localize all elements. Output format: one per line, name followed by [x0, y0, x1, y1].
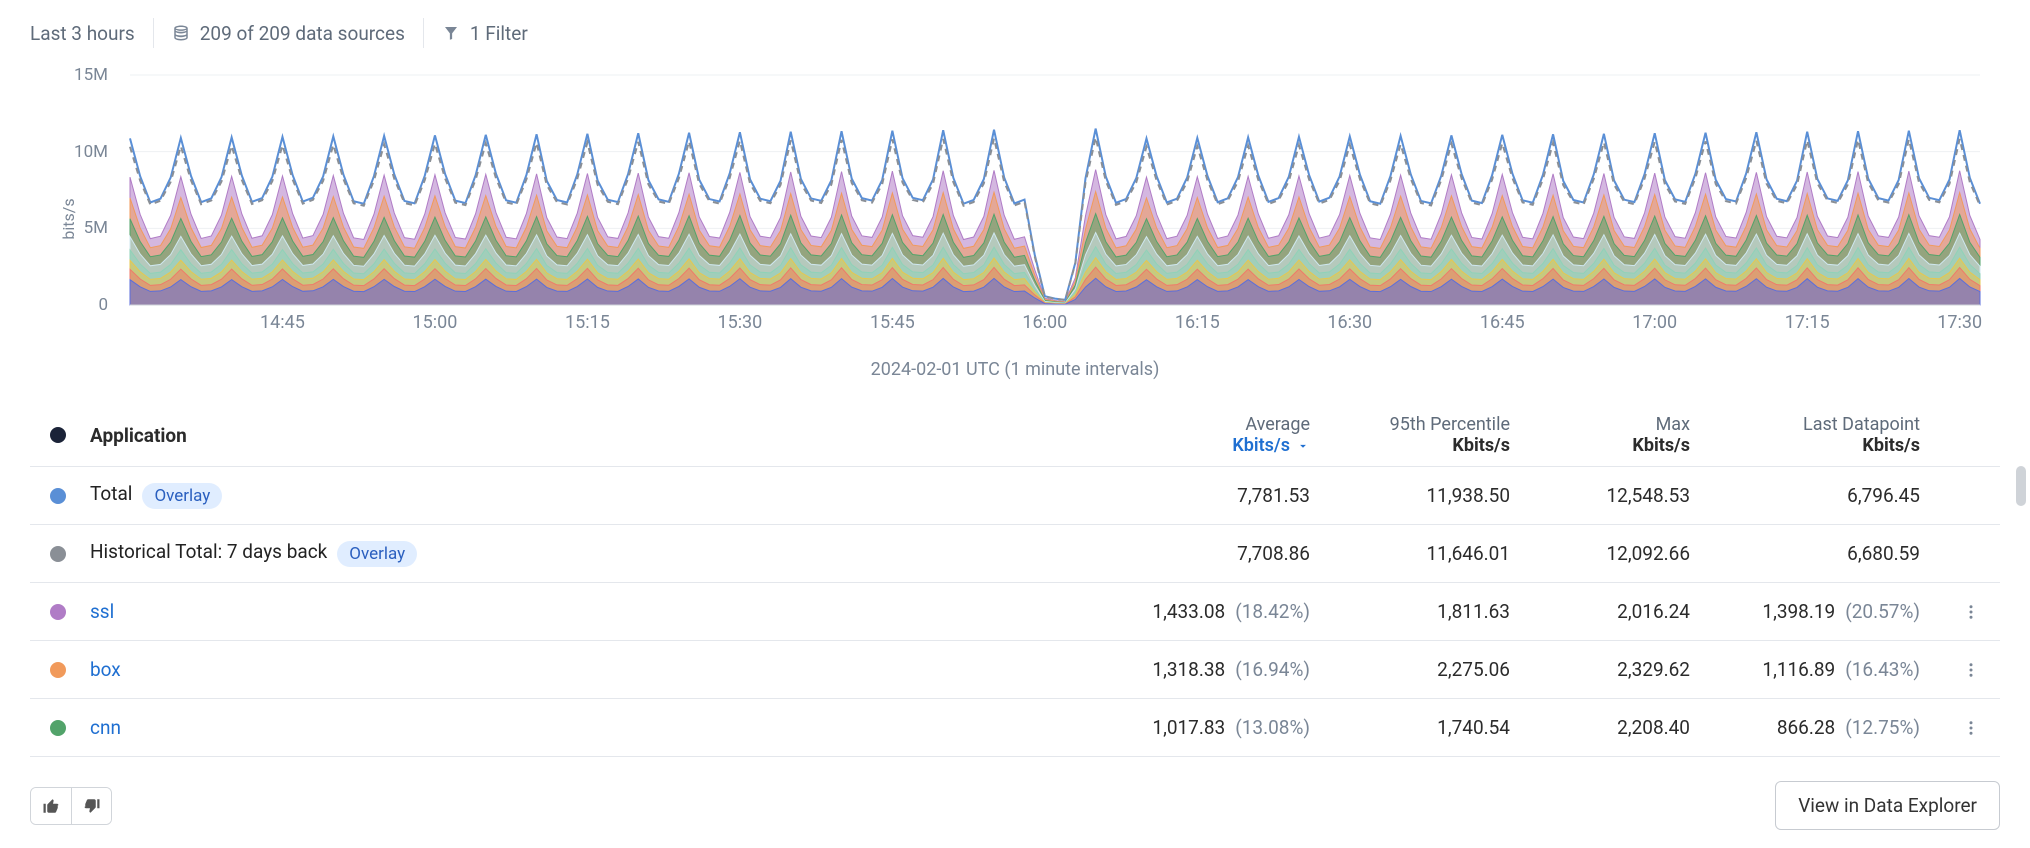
view-in-data-explorer-button[interactable]: View in Data Explorer	[1775, 781, 2000, 830]
col-p95[interactable]: 95th Percentile Kbits/s	[1310, 414, 1510, 456]
kebab-icon	[1962, 603, 1980, 621]
application-name[interactable]: cnn	[90, 716, 121, 739]
y-tick: 5M	[38, 218, 108, 238]
row-menu-button[interactable]	[1960, 601, 1982, 623]
metric-cell: 12,092.66	[1510, 542, 1690, 565]
metric-cell: 1,740.54	[1310, 716, 1510, 739]
time-range-label: Last 3 hours	[30, 22, 135, 45]
y-tick: 0	[38, 295, 108, 315]
x-tick: 17:15	[1785, 312, 1830, 333]
scrollbar-thumb[interactable]	[2016, 466, 2026, 506]
legend-dot	[50, 662, 66, 678]
col-max[interactable]: Max Kbits/s	[1510, 414, 1690, 456]
application-name[interactable]: box	[90, 658, 121, 681]
x-tick: 15:00	[413, 312, 458, 333]
metric-cell: 2,016.24	[1510, 600, 1690, 623]
x-axis-label: 2024-02-01 UTC (1 minute intervals)	[30, 359, 2000, 380]
data-sources-filter[interactable]: 209 of 209 data sources	[154, 18, 424, 48]
sort-average[interactable]: Kbits/s	[1232, 435, 1310, 456]
filter-bar: Last 3 hours 209 of 209 data sources 1 F…	[30, 18, 2000, 48]
application-name: Historical Total: 7 days back	[90, 540, 327, 563]
metric-cell: 1,017.83(13.08%)	[1110, 716, 1310, 739]
kebab-icon	[1962, 719, 1980, 737]
col-average[interactable]: Average Kbits/s	[1110, 414, 1310, 456]
metric-cell: 1,398.19(20.57%)	[1690, 600, 1960, 623]
table-row[interactable]: ssl 1,433.08(18.42%)1,811.632,016.241,398…	[30, 583, 2000, 641]
x-tick: 16:30	[1327, 312, 1372, 333]
legend-dot	[50, 546, 66, 562]
x-tick: 15:45	[870, 312, 915, 333]
x-tick: 14:45	[260, 312, 305, 333]
col-last[interactable]: Last Datapoint Kbits/s	[1690, 414, 1960, 456]
application-name[interactable]: ssl	[90, 600, 114, 623]
table-row[interactable]: Historical Total: 7 days back Overlay 7,70…	[30, 525, 2000, 583]
overlay-badge: Overlay	[337, 541, 417, 567]
metric-cell: 12,548.53	[1510, 484, 1690, 507]
metric-cell: 2,275.06	[1310, 658, 1510, 681]
metric-cell: 1,116.89(16.43%)	[1690, 658, 1960, 681]
metric-cell: 2,208.40	[1510, 716, 1690, 739]
metric-cell: 7,781.53	[1110, 484, 1310, 507]
thumbs-up-button[interactable]	[31, 788, 71, 824]
thumbs-up-icon	[42, 797, 60, 815]
metric-cell: 6,680.59	[1690, 542, 1960, 565]
metric-cell: 1,811.63	[1310, 600, 1510, 623]
footer: View in Data Explorer	[30, 781, 2000, 830]
metric-cell: 11,646.01	[1310, 542, 1510, 565]
metric-cell: 1,433.08(18.42%)	[1110, 600, 1310, 623]
metric-cell: 2,329.62	[1510, 658, 1690, 681]
funnel-icon	[442, 24, 460, 42]
table-row[interactable]: cnn 1,017.83(13.08%)1,740.542,208.40866.2…	[30, 699, 2000, 757]
chevron-down-icon	[1296, 439, 1310, 453]
x-tick: 16:00	[1022, 312, 1067, 333]
x-tick: 17:30	[1937, 312, 1982, 333]
applications-table: Application Average Kbits/s 95th Percent…	[30, 408, 2000, 757]
row-menu-button[interactable]	[1960, 659, 1982, 681]
feedback-buttons	[30, 787, 112, 825]
chart-svg	[30, 70, 1990, 340]
x-tick: 16:15	[1175, 312, 1220, 333]
y-tick: 15M	[38, 65, 108, 85]
thumbs-down-button[interactable]	[71, 788, 111, 824]
thumbs-down-icon	[83, 797, 101, 815]
row-menu-button[interactable]	[1960, 717, 1982, 739]
legend-dot	[50, 488, 66, 504]
filter-count[interactable]: 1 Filter	[424, 18, 546, 48]
metric-cell: 7,708.86	[1110, 542, 1310, 565]
metric-cell: 6,796.45	[1690, 484, 1960, 507]
x-tick: 17:00	[1632, 312, 1677, 333]
table-row[interactable]: box 1,318.38(16.94%)2,275.062,329.621,116…	[30, 641, 2000, 699]
table-row[interactable]: Total Overlay 7,781.5311,938.5012,548.536,…	[30, 467, 2000, 525]
x-tick: 15:30	[717, 312, 762, 333]
metric-cell: 1,318.38(16.94%)	[1110, 658, 1310, 681]
col-application[interactable]: Application	[90, 424, 1110, 447]
application-name: Total	[90, 482, 132, 505]
filter-label: 1 Filter	[470, 22, 528, 45]
database-icon	[172, 24, 190, 42]
x-tick: 15:15	[565, 312, 610, 333]
legend-dot-header	[50, 427, 66, 443]
time-range-filter[interactable]: Last 3 hours	[30, 18, 154, 48]
metric-cell: 866.28(12.75%)	[1690, 716, 1960, 739]
kebab-icon	[1962, 661, 1980, 679]
traffic-chart[interactable]: bits/s 05M10M15M 14:4515:0015:1515:3015:…	[30, 70, 2000, 380]
y-tick: 10M	[38, 142, 108, 162]
legend-dot	[50, 604, 66, 620]
overlay-badge: Overlay	[142, 483, 222, 509]
x-tick: 16:45	[1480, 312, 1525, 333]
data-sources-label: 209 of 209 data sources	[200, 22, 405, 45]
metric-cell: 11,938.50	[1310, 484, 1510, 507]
legend-dot	[50, 720, 66, 736]
table-header: Application Average Kbits/s 95th Percent…	[30, 408, 2000, 467]
